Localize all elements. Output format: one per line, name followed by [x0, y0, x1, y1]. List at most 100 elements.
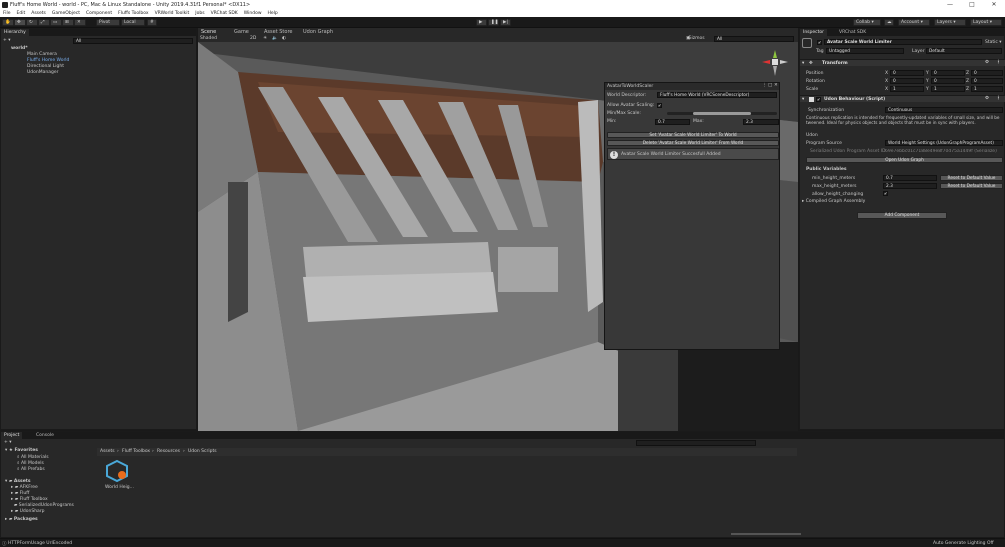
position-z-field[interactable]: 0 [971, 70, 1003, 76]
grid-snap-icon[interactable]: # [147, 19, 157, 26]
object-name-field[interactable]: Avatar Scale World Limiter [824, 39, 982, 45]
tab-inspector[interactable]: Inspector [800, 29, 827, 36]
program-source-field[interactable]: World Height Settings (UdonGraphProgramA… [885, 140, 1003, 146]
minimize-button[interactable]: — [939, 0, 961, 10]
hierarchy-item-main-camera[interactable]: Main Camera [27, 52, 57, 57]
udon-graph-asset-icon[interactable] [105, 459, 129, 483]
account-dropdown[interactable]: Account ▾ [898, 19, 930, 26]
transform-tool-icon[interactable]: ⊞ [62, 19, 74, 26]
position-x-field[interactable]: 0 [890, 70, 924, 76]
effects-toggle-icon[interactable]: ◐ [282, 36, 286, 41]
var-max-height-field[interactable]: 2.3 [883, 183, 937, 189]
rotate-tool-icon[interactable]: ↻ [26, 19, 38, 26]
local-toggle[interactable]: Local [121, 19, 145, 26]
menu-vrchat-sdk[interactable]: VRChat SDK [208, 10, 241, 17]
tab-vrchat-sdk[interactable]: VRChat SDK [836, 29, 869, 36]
max-field[interactable]: 2.3 [743, 119, 779, 125]
collab-button[interactable]: Collab ▾ [853, 19, 881, 26]
layout-dropdown[interactable]: Layout ▾ [970, 19, 1002, 26]
menu-dots-icon[interactable]: ⋮ [762, 83, 767, 88]
scale-z-field[interactable]: 1 [971, 86, 1003, 92]
rect-tool-icon[interactable]: ▭ [50, 19, 62, 26]
menu-component[interactable]: Component [83, 10, 115, 17]
menu-file[interactable]: File [0, 10, 14, 17]
scale-y-field[interactable]: 1 [931, 86, 965, 92]
orientation-gizmo[interactable] [760, 48, 790, 80]
hierarchy-add-button[interactable]: + ▾ [3, 38, 10, 43]
hierarchy-item-world[interactable]: world* [11, 46, 28, 51]
pause-button[interactable]: ❚❚ [488, 19, 499, 26]
rotation-x-field[interactable]: 0 [890, 78, 924, 84]
static-dropdown[interactable]: Static ▾ [985, 40, 1002, 45]
folder-udonsharp[interactable]: ▸ ▰ UdonSharp [11, 509, 45, 514]
hierarchy-item-home-world[interactable]: Fluff's Home World [27, 58, 69, 63]
reset-max-height-button[interactable]: Reset to Default Value [940, 183, 1003, 189]
scale-tool-icon[interactable]: ⤢ [38, 19, 50, 26]
cloud-icon[interactable]: ☁ [884, 19, 894, 26]
play-button[interactable]: ▶ [476, 19, 487, 26]
folder-fluff[interactable]: ▸ ▰ Fluff [11, 491, 29, 496]
icon-size-slider[interactable] [731, 533, 801, 535]
menu-edit[interactable]: Edit [14, 10, 29, 17]
set-limiter-button[interactable]: Set 'Avatar Scale World Limiter' To Worl… [607, 132, 779, 138]
active-checkbox[interactable]: ✔ [817, 40, 822, 45]
transform-header[interactable]: ▾ ✥ Transform ⚙ ⋮ [800, 59, 1005, 66]
synchronization-dropdown[interactable]: Continuous [885, 107, 1003, 113]
tab-project[interactable]: Project [1, 432, 23, 439]
scale-x-field[interactable]: 1 [890, 86, 924, 92]
menu-help[interactable]: Help [265, 10, 281, 17]
close-window-button[interactable]: ✕ [983, 0, 1005, 10]
menu-fluffs-toolbox[interactable]: Fluffs Toolbox [115, 10, 151, 17]
maximize-popup-icon[interactable]: □ [768, 83, 772, 88]
compiled-graph-foldout[interactable]: ▸ Compiled Graph Assembly [802, 199, 865, 204]
move-tool-icon[interactable]: ✥ [14, 19, 26, 26]
layers-dropdown[interactable]: Layers ▾ [934, 19, 966, 26]
tab-hierarchy[interactable]: Hierarchy [1, 29, 29, 36]
custom-tool-icon[interactable]: ✕ [74, 19, 86, 26]
project-add-button[interactable]: + ▾ [4, 440, 11, 445]
breadcrumb-resources[interactable]: Resources [157, 449, 180, 454]
delete-limiter-button[interactable]: Delete 'Avatar Scale World Limiter' From… [607, 140, 779, 146]
add-component-button[interactable]: Add Component [857, 212, 947, 219]
rotation-y-field[interactable]: 0 [931, 78, 965, 84]
position-y-field[interactable]: 0 [931, 70, 965, 76]
udon-behaviour-header[interactable]: ▾ ✔ Udon Behaviour (Script) ⚙ ⋮ [800, 95, 1005, 102]
hierarchy-item-udonmanager[interactable]: UdonManager [27, 70, 58, 75]
menu-jobs[interactable]: Jobs [192, 10, 207, 17]
fav-all-prefabs[interactable]: ⌕ All Prefabs [17, 466, 45, 472]
udon-enabled-checkbox[interactable]: ✔ [816, 97, 821, 102]
2d-toggle[interactable]: 2D [250, 36, 256, 41]
favorites-header[interactable]: ▾ ★ Favorites [5, 448, 38, 453]
pivot-toggle[interactable]: Pivot [96, 19, 120, 26]
assets-folder[interactable]: ▾ ▰ Assets [5, 479, 31, 484]
minmax-slider-range[interactable] [692, 112, 752, 115]
close-popup-icon[interactable]: ✕ [774, 83, 778, 88]
packages-folder[interactable]: ▸ ▰ Packages [5, 517, 38, 522]
reset-min-height-button[interactable]: Reset to Default Value [940, 175, 1003, 181]
tab-game[interactable]: Game [231, 28, 252, 35]
shading-mode-dropdown[interactable]: Shaded [200, 36, 217, 41]
lighting-toggle-icon[interactable]: ☀ [263, 36, 267, 41]
hand-tool-icon[interactable]: ✋ [2, 19, 14, 26]
layer-dropdown[interactable]: Default [926, 48, 1002, 54]
breadcrumb-udon-scripts[interactable]: Udon Scripts [188, 449, 217, 454]
menu-gameobject[interactable]: GameObject [49, 10, 83, 17]
hierarchy-search-input[interactable]: All [73, 38, 193, 44]
tab-console[interactable]: Console [33, 432, 57, 439]
tab-scene[interactable]: Scene [198, 28, 230, 35]
menu-vrworld-toolkit[interactable]: VRWorld Toolkit [152, 10, 193, 17]
open-udon-graph-button[interactable]: Open Udon Graph [806, 157, 1003, 163]
component-menu-icon[interactable]: ⋮ [996, 96, 1001, 101]
breadcrumb-assets[interactable]: Assets [100, 449, 115, 454]
gizmos-dropdown[interactable]: Gizmos [688, 36, 705, 41]
menu-assets[interactable]: Assets [28, 10, 49, 17]
world-descriptor-field[interactable]: Fluff's Home World (VRCSceneDescriptor) [657, 92, 777, 98]
hierarchy-item-directional-light[interactable]: Directional Light [27, 64, 64, 69]
folder-fluff-toolbox[interactable]: ▸ ▰ Fluff Toolbox [11, 497, 48, 502]
component-settings-icon[interactable]: ⚙ [985, 96, 989, 101]
min-field[interactable]: 0.7 [655, 119, 690, 125]
asset-file-label[interactable]: World Heig... [105, 485, 134, 490]
breadcrumb-fluff-toolbox[interactable]: Fluff Toolbox [122, 449, 150, 454]
folder-afkfree[interactable]: ▸ ▰ AFKFree [11, 485, 38, 490]
project-search-input[interactable] [636, 440, 756, 446]
